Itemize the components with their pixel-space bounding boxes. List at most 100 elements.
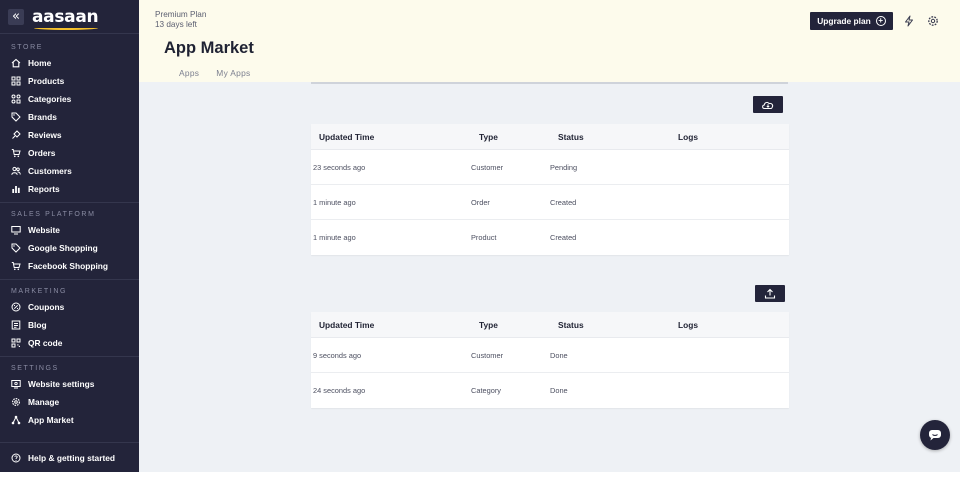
section-title-sales-platform: SALES PLATFORM xyxy=(11,211,96,218)
table-header: Updated Time Type Status Logs xyxy=(311,312,789,338)
sidebar-item-label: Categories xyxy=(28,94,72,104)
sidebar-item-customers[interactable]: Customers xyxy=(0,162,139,180)
sidebar-item-products[interactable]: Products xyxy=(0,72,139,90)
cell-type: Product xyxy=(471,233,497,242)
app-market-icon xyxy=(11,415,21,425)
tab-bar: Apps My Apps xyxy=(179,68,268,78)
sidebar-item-brands[interactable]: Brands xyxy=(0,108,139,126)
cell-status: Pending xyxy=(550,162,578,172)
logo-swoosh xyxy=(34,26,99,30)
logo[interactable]: aasaan xyxy=(32,7,99,30)
upload-icon xyxy=(764,288,776,300)
sidebar-item-reviews[interactable]: Reviews xyxy=(0,126,139,144)
sidebar-item-label: Home xyxy=(28,58,52,68)
sidebar-item-coupons[interactable]: Coupons xyxy=(0,298,139,316)
help-label: Help & getting started xyxy=(28,452,116,463)
reviews-icon xyxy=(11,130,21,140)
column-header: Status xyxy=(558,319,584,330)
sidebar-item-label: Website settings xyxy=(28,379,95,389)
cell-status: Done xyxy=(550,386,568,395)
table-row: 24 seconds ago Category Done xyxy=(311,373,789,408)
section-title-marketing: MARKETING xyxy=(11,288,68,295)
cell-updated-time: 23 seconds ago xyxy=(313,162,366,172)
qr-icon xyxy=(11,338,21,348)
cell-updated-time: 1 minute ago xyxy=(313,233,356,242)
table-row: 9 seconds ago Customer Done xyxy=(311,338,789,373)
column-header: Logs xyxy=(678,131,699,142)
cell-type: Order xyxy=(471,197,490,207)
bottom-strip xyxy=(0,472,960,480)
table-header: Updated Time Type Status Logs xyxy=(311,124,789,150)
sidebar-item-website[interactable]: Website xyxy=(0,221,139,239)
plan-days-left: 13 days left xyxy=(155,20,197,29)
sidebar-item-reports[interactable]: Reports xyxy=(0,180,139,198)
column-header: Logs xyxy=(678,319,699,330)
sidebar-item-manage[interactable]: Manage xyxy=(0,393,139,411)
tab-apps[interactable]: Apps xyxy=(179,68,199,78)
sidebar-item-label: Manage xyxy=(28,397,60,407)
cell-status: Created xyxy=(550,197,577,207)
top-header: Premium Plan 13 days left App Market App… xyxy=(139,0,960,82)
divider xyxy=(311,82,788,84)
column-header: Type xyxy=(479,319,498,330)
upgrade-plan-label: Upgrade plan xyxy=(817,16,871,26)
sidebar-item-label: Google Shopping xyxy=(28,243,98,253)
cell-type: Category xyxy=(471,386,501,395)
monitor-icon xyxy=(11,225,21,235)
tag-icon xyxy=(11,243,21,253)
collapse-sidebar-button[interactable]: « xyxy=(8,8,24,25)
section-title-settings: SETTINGS xyxy=(11,365,59,372)
sidebar-section-marketing: MARKETING Coupons Blog QR code xyxy=(0,280,139,357)
sidebar-item-label: Reports xyxy=(28,184,60,194)
plus-circle-icon: + xyxy=(875,16,886,26)
cell-updated-time: 24 seconds ago xyxy=(313,386,366,395)
sidebar-item-label: QR code xyxy=(28,338,63,348)
help-link[interactable]: Help & getting started xyxy=(0,442,139,472)
gear-icon xyxy=(11,397,21,407)
sidebar-item-app-market[interactable]: App Market xyxy=(0,411,139,429)
settings-gear-icon[interactable] xyxy=(926,14,940,28)
tab-my-apps[interactable]: My Apps xyxy=(216,68,250,78)
table-row: 1 minute ago Order Created xyxy=(311,185,789,220)
column-header: Updated Time xyxy=(319,319,375,330)
chat-icon xyxy=(928,429,942,441)
table-row: 23 seconds ago Customer Pending xyxy=(311,150,789,185)
export-upload-button[interactable] xyxy=(755,285,785,302)
sidebar-item-orders[interactable]: Orders xyxy=(0,144,139,162)
plan-name: Premium Plan xyxy=(155,10,207,19)
chat-widget-button[interactable] xyxy=(920,420,950,450)
sidebar-item-label: Reviews xyxy=(28,130,62,140)
cloud-download-icon xyxy=(761,100,775,110)
column-header: Status xyxy=(558,131,584,142)
sidebar-section-settings: SETTINGS Website settings Manage App Mar… xyxy=(0,357,139,433)
cell-type: Customer xyxy=(471,162,504,172)
sidebar-item-home[interactable]: Home xyxy=(0,54,139,72)
sidebar-item-blog[interactable]: Blog xyxy=(0,316,139,334)
sidebar-item-label: Orders xyxy=(28,148,56,158)
sidebar-item-label: Brands xyxy=(28,112,57,122)
sidebar-item-facebook-shopping[interactable]: Facebook Shopping xyxy=(0,257,139,275)
sidebar-item-label: App Market xyxy=(28,415,74,425)
sidebar-item-qr-code[interactable]: QR code xyxy=(0,334,139,352)
column-header: Type xyxy=(479,131,498,142)
export-log-table: Updated Time Type Status Logs 9 seconds … xyxy=(311,312,789,408)
sidebar-item-categories[interactable]: Categories xyxy=(0,90,139,108)
lightning-icon[interactable] xyxy=(902,14,916,28)
tag-icon xyxy=(11,112,21,122)
cell-status: Done xyxy=(550,350,568,360)
sidebar-item-label: Coupons xyxy=(28,302,65,312)
help-icon xyxy=(11,453,21,463)
import-log-table: Updated Time Type Status Logs 23 seconds… xyxy=(311,124,789,255)
plan-info[interactable]: Premium Plan 13 days left xyxy=(155,10,206,30)
reports-icon xyxy=(11,184,21,194)
cell-status: Created xyxy=(550,233,577,242)
sidebar-item-google-shopping[interactable]: Google Shopping xyxy=(0,239,139,257)
cell-updated-time: 9 seconds ago xyxy=(313,350,362,360)
customers-icon xyxy=(11,166,21,176)
sidebar-item-website-settings[interactable]: Website settings xyxy=(0,375,139,393)
import-cloud-button[interactable] xyxy=(753,96,783,113)
upgrade-plan-button[interactable]: Upgrade plan + xyxy=(810,12,893,30)
coupon-icon xyxy=(11,302,21,312)
sidebar-item-label: Products xyxy=(28,76,65,86)
cell-type: Customer xyxy=(471,350,504,360)
